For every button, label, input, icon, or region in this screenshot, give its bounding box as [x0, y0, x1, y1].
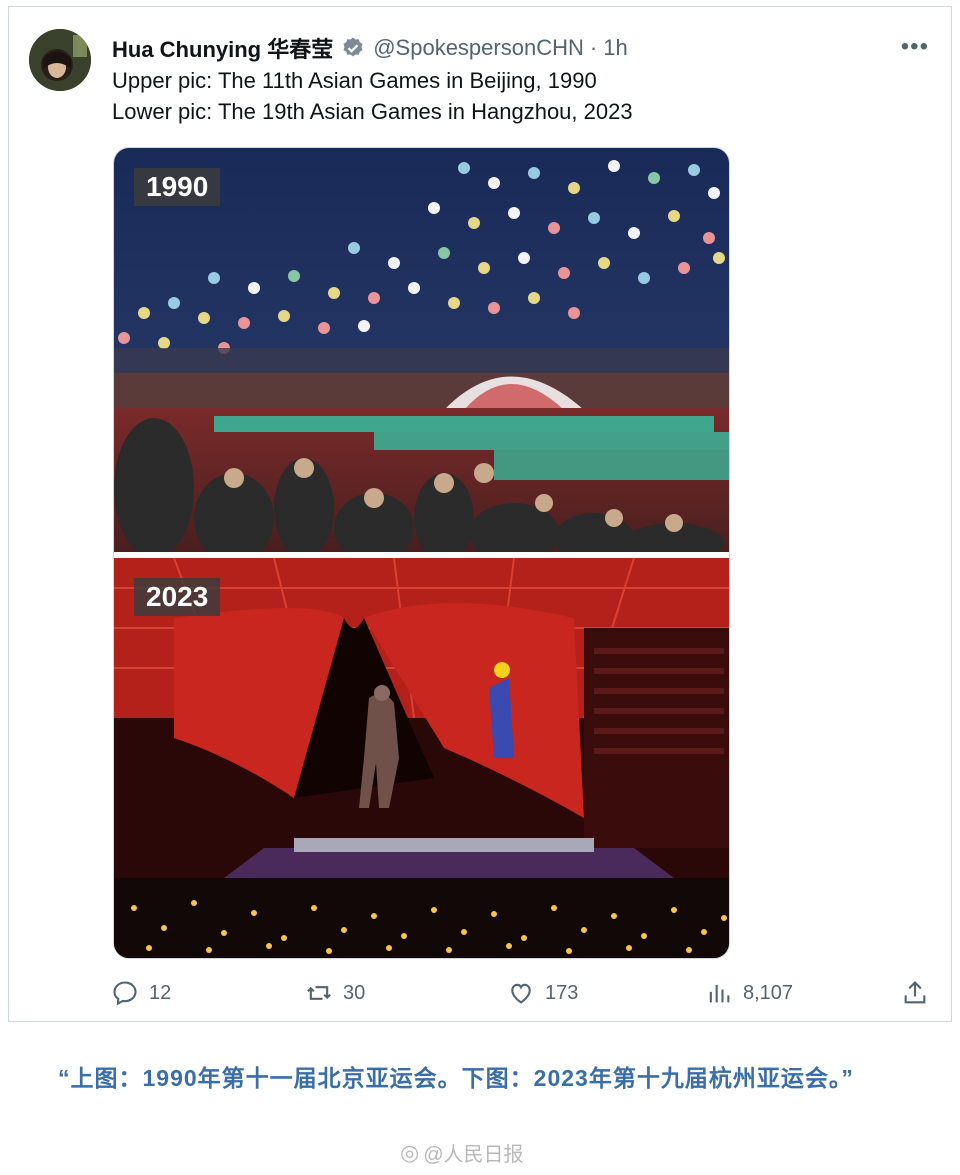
year-label-2023: 2023 — [134, 578, 221, 616]
reply-button[interactable]: 12 — [111, 979, 171, 1007]
watermark: ◎ @人民日报 — [400, 1138, 524, 1167]
year-label-1990: 1990 — [134, 168, 221, 206]
heart-icon — [511, 983, 531, 1004]
tweet-text: Upper pic: The 11th Asian Games in Beiji… — [112, 65, 633, 127]
retweet-button[interactable]: 30 — [305, 979, 365, 1007]
share-icon — [904, 981, 926, 1004]
tweet-header: Hua Chunying 华春莹 @SpokespersonCHN · 1h — [112, 31, 628, 65]
tweet-action-bar: 12 30 173 8,107 — [9, 979, 951, 1019]
like-button[interactable]: 173 — [507, 979, 578, 1007]
views-chart-icon — [709, 984, 730, 1003]
tweet-media[interactable]: 1990 2023 — [113, 147, 730, 959]
verified-badge-icon — [341, 36, 365, 60]
photo-2023-asian-games[interactable]: 2023 — [114, 558, 729, 958]
tweet-text-line: Upper pic: The 11th Asian Games in Beiji… — [112, 68, 597, 93]
author-handle[interactable]: @SpokespersonCHN — [373, 35, 584, 61]
watermark-text: @人民日报 — [423, 1144, 524, 1166]
author-name[interactable]: Hua Chunying 华春莹 — [112, 32, 333, 64]
retweet-icon — [307, 986, 331, 1000]
author-avatar[interactable] — [29, 29, 91, 91]
tweet-card[interactable]: Hua Chunying 华春莹 @SpokespersonCHN · 1h •… — [8, 6, 952, 1022]
share-button[interactable] — [901, 979, 939, 1007]
reply-icon — [113, 981, 137, 1006]
views-button[interactable]: 8,107 — [705, 979, 793, 1007]
separator-dot: · — [589, 35, 598, 60]
retweet-count: 30 — [343, 981, 366, 1004]
caption-text: “上图：1990年第十一届北京亚运会。下图：2023年第十九届杭州亚运会。” — [58, 1065, 854, 1091]
weibo-logo-icon: ◎ — [400, 1139, 420, 1165]
photo-1990-asian-games[interactable]: 1990 — [114, 148, 729, 552]
like-count: 173 — [545, 981, 579, 1004]
reply-count: 12 — [149, 981, 172, 1004]
views-count: 8,107 — [743, 981, 794, 1004]
tweet-text-line: Lower pic: The 19th Asian Games in Hangz… — [112, 99, 633, 124]
avatar-photo — [29, 29, 91, 91]
more-horizontal-icon[interactable]: ••• — [901, 33, 929, 61]
tweet-time[interactable]: 1h — [603, 35, 627, 61]
